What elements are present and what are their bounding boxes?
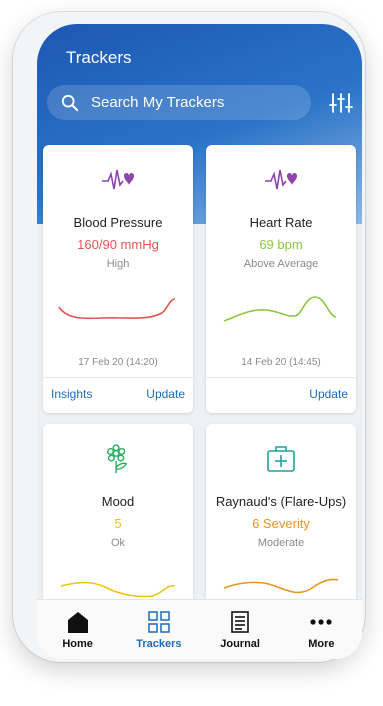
search-input[interactable]: Search My Trackers <box>91 94 224 111</box>
filter-icon[interactable] <box>329 92 353 114</box>
tracker-value: 69 bpm <box>259 237 303 252</box>
tracker-name: Heart Rate <box>249 215 313 230</box>
phone-frame: Trackers Search My Trackers Blood Pressu… <box>13 12 365 662</box>
tab-journal[interactable]: Journal <box>200 600 281 659</box>
search-bar[interactable]: Search My Trackers <box>47 85 311 120</box>
more-icon <box>310 619 332 625</box>
tab-home[interactable]: Home <box>37 600 118 659</box>
last-updated: 14 Feb 20 (14:45) <box>241 357 321 368</box>
page-title: Trackers <box>66 48 132 67</box>
heart-pulse-icon <box>265 169 297 190</box>
tab-trackers[interactable]: Trackers <box>118 600 199 659</box>
card-divider <box>43 377 193 378</box>
tab-label: Journal <box>220 638 260 650</box>
tracker-name: Blood Pressure <box>73 215 163 230</box>
tracker-card-raynauds[interactable]: Raynaud's (Flare-Ups) 6 Severity Moderat… <box>206 424 356 604</box>
tracker-value: 160/90 mmHg <box>77 237 159 252</box>
bottom-tab-bar: Home Trackers Journal More <box>37 599 362 659</box>
update-button[interactable]: Update <box>309 387 348 401</box>
trend-line <box>58 298 176 320</box>
tracker-name: Mood <box>101 494 135 509</box>
tab-label: Home <box>62 638 93 650</box>
tracker-card-heart-rate[interactable]: Heart Rate 69 bpm Above Average 14 Feb 2… <box>206 145 356 413</box>
tracker-status: Above Average <box>243 258 319 270</box>
tracker-status: Moderate <box>257 537 305 549</box>
insights-button[interactable]: Insights <box>51 387 92 401</box>
last-updated: 17 Feb 20 (14:20) <box>78 357 158 368</box>
trend-line <box>223 296 337 322</box>
app-screen: Trackers Search My Trackers Blood Pressu… <box>37 24 362 659</box>
tab-label: More <box>308 638 335 650</box>
tracker-status: High <box>106 258 130 270</box>
tracker-card-blood-pressure[interactable]: Blood Pressure 160/90 mmHg High 17 Feb 2… <box>43 145 193 413</box>
home-icon <box>67 612 88 633</box>
tracker-value: 6 Severity <box>252 516 310 531</box>
tab-more[interactable]: More <box>281 600 362 659</box>
tracker-status: Ok <box>110 537 126 549</box>
tab-label: Trackers <box>136 638 182 650</box>
heart-pulse-icon <box>102 169 134 190</box>
journal-icon <box>231 611 249 633</box>
update-button[interactable]: Update <box>146 387 185 401</box>
tracker-card-mood[interactable]: Mood 5 Ok <box>43 424 193 604</box>
flower-icon <box>106 444 128 474</box>
medical-kit-icon <box>267 446 295 472</box>
tracker-value: 5 <box>114 516 122 531</box>
card-divider <box>206 377 356 378</box>
search-icon <box>61 94 79 111</box>
tracker-name: Raynaud's (Flare-Ups) <box>215 494 347 509</box>
grid-icon <box>148 611 170 633</box>
